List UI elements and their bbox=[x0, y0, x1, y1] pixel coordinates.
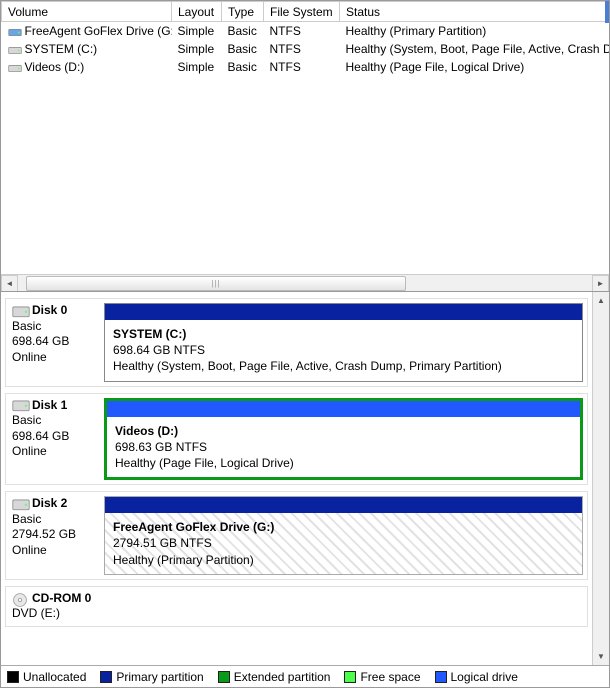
disk-id: Disk 1 bbox=[32, 398, 67, 412]
legend-label: Free space bbox=[360, 670, 420, 684]
disk-partitions: Videos (D:)698.63 GB NTFSHealthy (Page F… bbox=[104, 394, 587, 485]
disk-icon bbox=[12, 398, 30, 412]
disk-row[interactable]: Disk 0 Basic698.64 GBOnline SYSTEM (C:)698… bbox=[5, 298, 588, 387]
legend-label: Extended partition bbox=[234, 670, 331, 684]
scrollbar-thumb[interactable]: ||| bbox=[26, 276, 406, 291]
legend-logical: Logical drive bbox=[435, 670, 518, 684]
drive-icon bbox=[8, 44, 22, 55]
disk-partitions: FreeAgent GoFlex Drive (G:)2794.51 GB NT… bbox=[104, 492, 587, 579]
partition-status: Healthy (Primary Partition) bbox=[113, 552, 574, 568]
volume-table[interactable]: Volume Layout Type File System Status Fr… bbox=[1, 1, 609, 76]
disk-size: 2794.52 GB bbox=[12, 527, 98, 543]
volume-layout: Simple bbox=[172, 40, 222, 58]
disk-type: DVD (E:) bbox=[12, 606, 98, 622]
drive-icon bbox=[8, 62, 22, 73]
disk-state: Online bbox=[12, 444, 98, 460]
partition-size: 2794.51 GB NTFS bbox=[113, 535, 574, 551]
volume-status: Healthy (Page File, Logical Drive) bbox=[340, 58, 609, 76]
legend-extended: Extended partition bbox=[218, 670, 331, 684]
volume-type: Basic bbox=[222, 40, 264, 58]
col-layout[interactable]: Layout bbox=[172, 2, 222, 22]
col-type[interactable]: Type bbox=[222, 2, 264, 22]
vertical-scrollbar[interactable]: ▲ ▼ bbox=[592, 292, 609, 665]
disk-id: Disk 0 bbox=[32, 303, 67, 317]
legend-primary: Primary partition bbox=[100, 670, 203, 684]
scrollbar-track[interactable]: ||| bbox=[18, 276, 592, 291]
partition-color-bar bbox=[105, 304, 582, 320]
disk-label: Disk 2 Basic2794.52 GBOnline bbox=[6, 492, 104, 579]
disk-label: CD-ROM 0DVD (E:) bbox=[6, 587, 104, 626]
volume-row[interactable]: FreeAgent GoFlex Drive (G:)SimpleBasicNT… bbox=[2, 22, 609, 40]
partition-color-bar bbox=[105, 497, 582, 513]
swatch-extended bbox=[218, 671, 230, 683]
volume-name: FreeAgent GoFlex Drive (G:) bbox=[25, 24, 172, 38]
volume-layout: Simple bbox=[172, 22, 222, 40]
cd-icon bbox=[12, 592, 30, 606]
disk-row[interactable]: Disk 1Basic698.64 GBOnlineVideos (D:)698… bbox=[5, 393, 588, 486]
partition-size: 698.64 GB NTFS bbox=[113, 342, 574, 358]
legend-free: Free space bbox=[344, 670, 420, 684]
partition-name: FreeAgent GoFlex Drive (G:) bbox=[113, 519, 574, 535]
volume-fs: NTFS bbox=[264, 40, 340, 58]
disk-type: Basic bbox=[12, 512, 98, 528]
partition[interactable]: FreeAgent GoFlex Drive (G:)2794.51 GB NT… bbox=[104, 496, 583, 575]
legend-unallocated: Unallocated bbox=[7, 670, 86, 684]
disk-type: Basic bbox=[12, 413, 98, 429]
volume-list-pane: Volume Layout Type File System Status Fr… bbox=[1, 1, 609, 291]
disk-id: CD-ROM 0 bbox=[32, 591, 91, 605]
swatch-logical bbox=[435, 671, 447, 683]
col-volume[interactable]: Volume bbox=[2, 2, 172, 22]
partition-color-bar bbox=[107, 401, 580, 417]
swatch-free bbox=[344, 671, 356, 683]
swatch-unallocated bbox=[7, 671, 19, 683]
disk-label: Disk 0 Basic698.64 GBOnline bbox=[6, 299, 104, 386]
disk-state: Online bbox=[12, 543, 98, 559]
scroll-right-arrow-icon[interactable]: ► bbox=[592, 275, 609, 292]
col-filesystem[interactable]: File System bbox=[264, 2, 340, 22]
scroll-left-arrow-icon[interactable]: ◄ bbox=[1, 275, 18, 292]
drive-icon bbox=[8, 26, 22, 37]
disk-state: Online bbox=[12, 350, 98, 366]
horizontal-scrollbar[interactable]: ◄ ||| ► bbox=[1, 274, 609, 291]
partition[interactable]: SYSTEM (C:)698.64 GB NTFSHealthy (System… bbox=[104, 303, 583, 382]
volume-fs: NTFS bbox=[264, 22, 340, 40]
volume-status: Healthy (System, Boot, Page File, Active… bbox=[340, 40, 609, 58]
disk-type: Basic bbox=[12, 319, 98, 335]
volume-type: Basic bbox=[222, 58, 264, 76]
disk-partitions: SYSTEM (C:)698.64 GB NTFSHealthy (System… bbox=[104, 299, 587, 386]
disk-size: 698.64 GB bbox=[12, 334, 98, 350]
volume-status: Healthy (Primary Partition) bbox=[340, 22, 609, 40]
disk-graphical-pane: Disk 0Basic698.64 GBOnlineSYSTEM (C:)698… bbox=[1, 291, 609, 665]
partition-size: 698.63 GB NTFS bbox=[115, 439, 572, 455]
scroll-up-arrow-icon[interactable]: ▲ bbox=[594, 292, 609, 309]
disk-icon bbox=[12, 497, 30, 511]
partition-name: SYSTEM (C:) bbox=[113, 326, 574, 342]
swatch-primary bbox=[100, 671, 112, 683]
partition-status: Healthy (Page File, Logical Drive) bbox=[115, 455, 572, 471]
disk-size: 698.64 GB bbox=[12, 429, 98, 445]
volume-type: Basic bbox=[222, 22, 264, 40]
disk-label: Disk 1Basic698.64 GBOnline bbox=[6, 394, 104, 485]
volume-fs: NTFS bbox=[264, 58, 340, 76]
scroll-down-arrow-icon[interactable]: ▼ bbox=[594, 648, 609, 665]
volume-name: Videos (D:) bbox=[25, 60, 85, 74]
legend-label: Logical drive bbox=[451, 670, 518, 684]
volume-layout: Simple bbox=[172, 58, 222, 76]
legend-label: Primary partition bbox=[116, 670, 203, 684]
legend-bar: Unallocated Primary partition Extended p… bbox=[1, 665, 609, 687]
volume-row[interactable]: SYSTEM (C:) SimpleBasicNTFSHealthy (Syste… bbox=[2, 40, 609, 58]
volume-row[interactable]: Videos (D:) SimpleBasicNTFSHealthy (Page … bbox=[2, 58, 609, 76]
legend-label: Unallocated bbox=[23, 670, 86, 684]
partition-status: Healthy (System, Boot, Page File, Active… bbox=[113, 358, 574, 374]
partition[interactable]: Videos (D:)698.63 GB NTFSHealthy (Page F… bbox=[104, 398, 583, 481]
partition-name: Videos (D:) bbox=[115, 423, 572, 439]
col-status[interactable]: Status bbox=[340, 2, 609, 22]
disk-row[interactable]: Disk 2 Basic2794.52 GBOnline FreeAgent GoF… bbox=[5, 491, 588, 580]
disk-id: Disk 2 bbox=[32, 496, 67, 510]
disk-row[interactable]: CD-ROM 0DVD (E:) bbox=[5, 586, 588, 627]
volume-name: SYSTEM (C:) bbox=[25, 42, 98, 56]
disk-icon bbox=[12, 304, 30, 318]
disk-partitions bbox=[104, 587, 587, 626]
